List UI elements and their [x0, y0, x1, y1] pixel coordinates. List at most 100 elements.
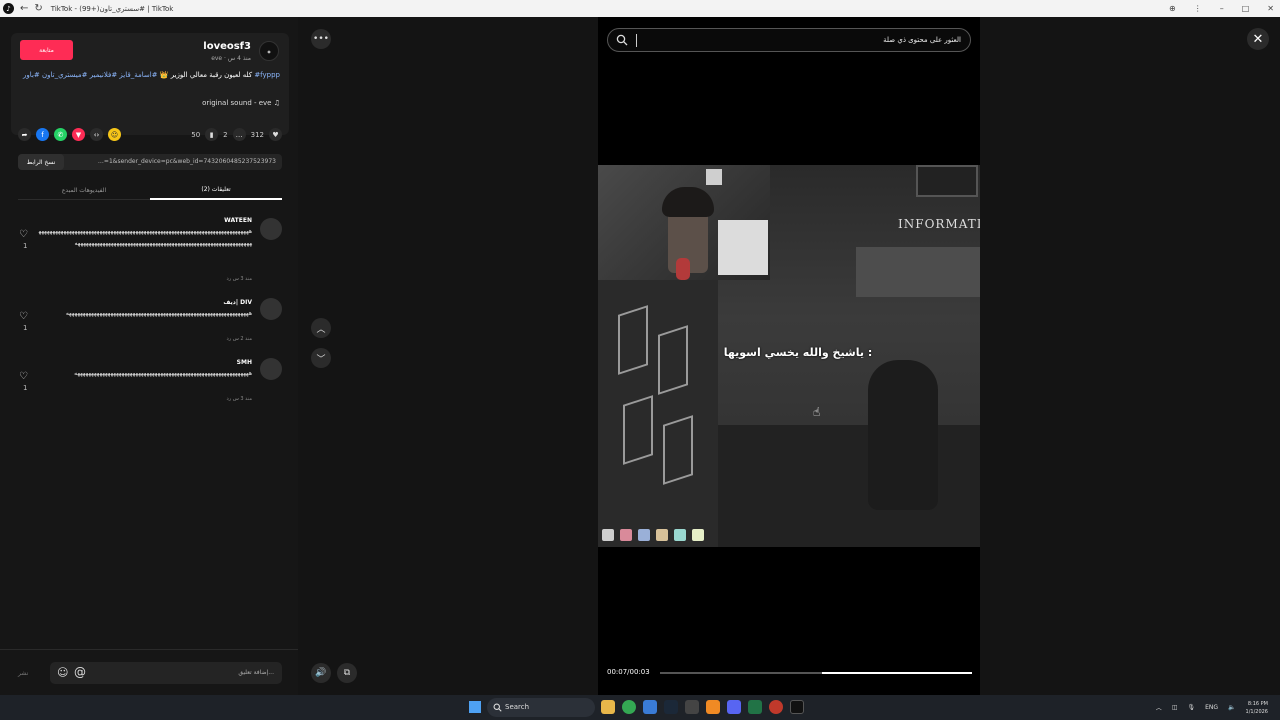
comment-like-icon[interactable]: ♡ — [19, 229, 28, 240]
hud-icon — [692, 529, 704, 541]
volume-icon[interactable]: 🔈 — [1228, 704, 1235, 711]
related-search-bar[interactable]: العثور على محتوى ذي صلة — [607, 28, 971, 52]
comment-like-count: 1 — [23, 242, 28, 250]
share-url[interactable]: …=1&sender_device=pc&web_id=743206048523… — [98, 154, 276, 170]
taskbar-clock[interactable]: 8:16 PM 1/1/2026 — [1246, 700, 1268, 716]
heart-icon[interactable]: ♥ — [269, 128, 282, 141]
embed-icon[interactable]: ‹› — [90, 128, 103, 141]
comment-avatar[interactable] — [260, 218, 282, 240]
tab-comments[interactable]: تعليقات (2) — [150, 180, 282, 200]
comment-count: 2 — [223, 130, 228, 139]
bookmark-icon[interactable]: ▮ — [205, 128, 219, 141]
tab-creator-videos[interactable]: الفيديوهات المبدع — [18, 180, 150, 200]
search-input-text: العثور على محتوى ذي صلة — [883, 36, 961, 44]
minimize-button[interactable]: – — [1220, 4, 1224, 13]
comment-like-icon[interactable]: ♡ — [19, 371, 28, 382]
mention-icon[interactable]: @ — [74, 665, 86, 679]
comment-username[interactable]: WATEEN — [224, 217, 252, 224]
share-arrow-icon[interactable]: ➦ — [18, 128, 31, 141]
comment-meta[interactable]: منذ 3 س رد — [226, 276, 252, 282]
tiktok-taskbar-icon[interactable] — [790, 700, 804, 714]
playback-time: 00:07/00:03 — [607, 668, 650, 676]
clock-time: 8:16 PM — [1247, 700, 1268, 707]
vlc-icon[interactable] — [706, 700, 720, 714]
taskbar-search-label: Search — [505, 703, 530, 711]
network-icon[interactable]: ◫ — [1172, 704, 1178, 711]
emoji-icon[interactable]: ☺ — [57, 666, 68, 679]
sound-link[interactable]: original sound - eve ♫ — [202, 99, 280, 107]
reload-icon[interactable]: ↻ — [34, 3, 42, 14]
copy-link-row: نسخ الرابط …=1&sender_device=pc&web_id=7… — [18, 154, 282, 170]
comment-avatar[interactable] — [260, 358, 282, 380]
streamer-hair — [662, 187, 714, 217]
comment-like-icon[interactable]: ♡ — [19, 311, 28, 322]
facebook-icon[interactable]: f — [36, 128, 49, 141]
comment-icon[interactable]: … — [232, 128, 246, 141]
hud-icon — [656, 529, 668, 541]
hud-icon — [620, 529, 632, 541]
video-frame[interactable]: INFORMATIO ياشيخ والله يخسي اسويها : — [598, 165, 980, 547]
author-avatar[interactable]: ◉ — [259, 41, 279, 61]
follow-button[interactable]: متابعة — [20, 40, 73, 60]
comment-like-count: 1 — [23, 384, 28, 392]
back-arrow-icon[interactable]: ← — [20, 3, 28, 14]
post-description-card: متابعة loveosf3 eve · منذ 4 س ◉ كله لعيو… — [11, 33, 289, 135]
save-count: 50 — [191, 130, 201, 139]
hud-icon — [674, 529, 686, 541]
windows-start-icon[interactable] — [469, 701, 481, 713]
previous-video-button[interactable]: ︿ — [311, 318, 331, 338]
app-icon[interactable] — [685, 700, 699, 714]
comment-text: هههههههههههههههههههههههههههههههههههههههه… — [38, 228, 253, 247]
next-video-button[interactable]: ﹀ — [311, 348, 331, 368]
chrome-icon[interactable] — [622, 700, 636, 714]
more-options-button[interactable]: ••• — [311, 29, 331, 49]
info-counter — [856, 247, 980, 297]
store-icon[interactable] — [643, 700, 657, 714]
post-caption: كله لعيون رقبة معالي الوزير 👑 #اسامة_قاي… — [18, 69, 280, 81]
steam-icon[interactable] — [664, 700, 678, 714]
comment-avatar[interactable] — [260, 298, 282, 320]
character-figure — [868, 360, 938, 510]
hud-icon — [602, 529, 614, 541]
close-window-button[interactable]: ✕ — [1267, 4, 1274, 13]
information-sign: INFORMATIO — [898, 217, 980, 231]
app-icon[interactable] — [769, 700, 783, 714]
maximize-button[interactable]: □ — [1242, 4, 1250, 13]
comment-meta[interactable]: منذ 2 س رد — [226, 336, 252, 342]
file-explorer-icon[interactable] — [601, 700, 615, 714]
comment-username[interactable]: ديف| DIV — [223, 299, 252, 306]
copy-link-button[interactable]: نسخ الرابط — [18, 154, 64, 170]
caption-text: كله لعيون رقبة معالي الوزير 👑 — [159, 71, 253, 79]
hud-icon — [638, 529, 650, 541]
taskbar-search-icon — [493, 703, 502, 712]
windows-taskbar: Search ︿ ◫ 🎙 ENG 🔈 8:16 PM 1/1/2026 — [0, 695, 1280, 720]
video-subtitle: ياشيخ والله يخسي اسويها : — [723, 346, 873, 359]
comment-input[interactable]: ☺ @ إضافة تعليق... — [50, 662, 282, 684]
emoji-share-icon[interactable]: ☺ — [108, 128, 121, 141]
pillar-tile — [623, 395, 653, 465]
comment-meta[interactable]: منذ 3 س رد — [226, 396, 252, 402]
taskbar-search[interactable]: Search — [487, 698, 595, 717]
discord-icon[interactable] — [727, 700, 741, 714]
author-name[interactable]: loveosf3 — [203, 41, 251, 52]
microphone-icon[interactable]: 🎙 — [1187, 704, 1195, 711]
author-meta: eve · منذ 4 س — [211, 55, 251, 62]
progress-bar[interactable] — [660, 672, 972, 674]
excel-icon[interactable] — [748, 700, 762, 714]
menu-dots-icon[interactable]: ⋮ — [1194, 4, 1202, 13]
volume-button[interactable]: 🔊 — [311, 663, 331, 683]
picture-in-picture-button[interactable]: ⧉ — [337, 663, 357, 683]
comment-composer: نشر ☺ @ إضافة تعليق... — [0, 649, 298, 695]
extensions-icon[interactable]: ⊕ — [1169, 4, 1176, 13]
whatsapp-icon[interactable]: ✆ — [54, 128, 67, 141]
microphone — [676, 258, 690, 280]
chevron-up-icon[interactable]: ︿ — [1156, 703, 1162, 712]
close-video-button[interactable]: ✕ — [1247, 28, 1269, 50]
comment-username[interactable]: SMH — [237, 359, 252, 366]
post-comment-button[interactable]: نشر — [18, 670, 28, 677]
action-row: ➦ f ✆ ▼ ‹› ☺ 50 ▮ 2 … 312 ♥ — [18, 128, 282, 144]
tiktok-share-icon[interactable]: ▼ — [72, 128, 85, 141]
pillar-tile — [663, 415, 693, 485]
video-player[interactable]: العثور على محتوى ذي صلة INFORMATIO ياشيخ… — [598, 17, 980, 695]
language-indicator[interactable]: ENG — [1205, 704, 1218, 711]
